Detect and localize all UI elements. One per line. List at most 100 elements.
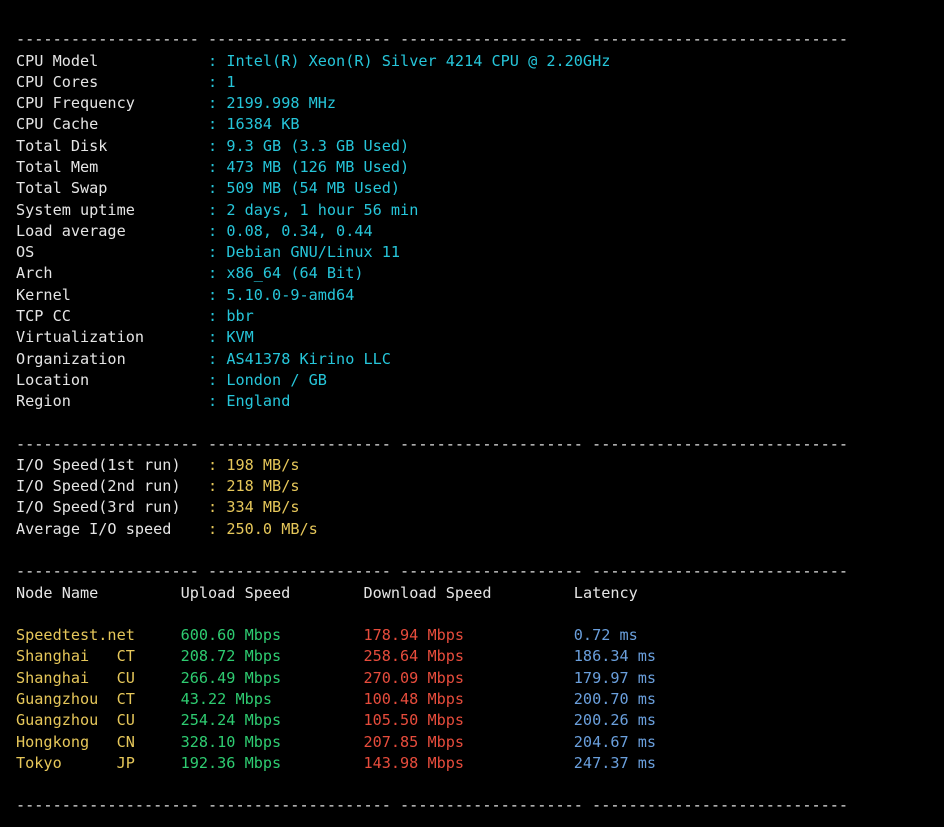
speed-row: Tokyo JP 192.36 Mbps 143.98 Mbps 247.37 …	[16, 753, 934, 774]
speed-download: 105.50 Mbps	[363, 711, 573, 729]
speed-row: Shanghai CU 266.49 Mbps 270.09 Mbps 179.…	[16, 668, 934, 689]
sys-value: 473 MB (126 MB Used)	[226, 158, 409, 176]
speed-download: 178.94 Mbps	[363, 626, 573, 644]
sys-value: 5.10.0-9-amd64	[226, 286, 354, 304]
io-value: 218 MB/s	[226, 477, 299, 495]
sys-key: Total Swap	[16, 179, 208, 197]
io-value: 198 MB/s	[226, 456, 299, 474]
sys-key: Kernel	[16, 286, 208, 304]
sys-row: OS : Debian GNU/Linux 11	[16, 242, 934, 263]
sys-key: OS	[16, 243, 208, 261]
speed-download: 207.85 Mbps	[363, 733, 573, 751]
sys-key: Virtualization	[16, 328, 208, 346]
sys-row: Arch : x86_64 (64 Bit)	[16, 263, 934, 284]
sys-row: Total Mem : 473 MB (126 MB Used)	[16, 157, 934, 178]
sys-value: England	[226, 392, 290, 410]
divider: -------------------- -------------------…	[16, 30, 848, 48]
sys-key: Region	[16, 392, 208, 410]
io-row: I/O Speed(1st run) : 198 MB/s	[16, 455, 934, 476]
speed-node: Hongkong CN	[16, 733, 181, 751]
speed-row: Hongkong CN 328.10 Mbps 207.85 Mbps 204.…	[16, 732, 934, 753]
col-latency: Latency	[574, 584, 638, 602]
io-value: 334 MB/s	[226, 498, 299, 516]
speed-latency: 247.37 ms	[574, 754, 656, 772]
sys-row: Total Disk : 9.3 GB (3.3 GB Used)	[16, 136, 934, 157]
sys-value: 2 days, 1 hour 56 min	[226, 201, 418, 219]
speed-row: Guangzhou CT 43.22 Mbps 100.48 Mbps 200.…	[16, 689, 934, 710]
speed-latency: 200.70 ms	[574, 690, 656, 708]
sys-row: Total Swap : 509 MB (54 MB Used)	[16, 178, 934, 199]
sys-row: CPU Model : Intel(R) Xeon(R) Silver 4214…	[16, 51, 934, 72]
col-node: Node Name	[16, 584, 98, 602]
sys-value: Intel(R) Xeon(R) Silver 4214 CPU @ 2.20G…	[226, 52, 610, 70]
sys-value: 0.08, 0.34, 0.44	[226, 222, 372, 240]
system-info-block: CPU Model : Intel(R) Xeon(R) Silver 4214…	[16, 51, 934, 413]
speed-node: Tokyo JP	[16, 754, 181, 772]
io-key: I/O Speed(3rd run)	[16, 498, 208, 516]
sys-key: CPU Frequency	[16, 94, 208, 112]
io-key: I/O Speed(2nd run)	[16, 477, 208, 495]
speed-row: Guangzhou CU 254.24 Mbps 105.50 Mbps 200…	[16, 710, 934, 731]
sys-row: CPU Cache : 16384 KB	[16, 114, 934, 135]
col-download: Download Speed	[363, 584, 491, 602]
speed-node: Speedtest.net	[16, 626, 181, 644]
speed-node: Guangzhou CU	[16, 711, 181, 729]
io-row: Average I/O speed : 250.0 MB/s	[16, 519, 934, 540]
sys-row: Location : London / GB	[16, 370, 934, 391]
sys-value: x86_64 (64 Bit)	[226, 264, 363, 282]
io-key: Average I/O speed	[16, 520, 208, 538]
speed-upload: 192.36 Mbps	[181, 754, 364, 772]
sys-value: 9.3 GB (3.3 GB Used)	[226, 137, 409, 155]
io-key: I/O Speed(1st run)	[16, 456, 208, 474]
sys-key: Location	[16, 371, 208, 389]
sys-row: CPU Frequency : 2199.998 MHz	[16, 93, 934, 114]
sys-value: AS41378 Kirino LLC	[226, 350, 391, 368]
speed-latency: 179.97 ms	[574, 669, 656, 687]
speed-latency: 186.34 ms	[574, 647, 656, 665]
sys-value: bbr	[226, 307, 253, 325]
speed-node: Guangzhou CT	[16, 690, 181, 708]
sys-row: Organization : AS41378 Kirino LLC	[16, 349, 934, 370]
speed-node: Shanghai CU	[16, 669, 181, 687]
sys-value: 2199.998 MHz	[226, 94, 336, 112]
sys-key: CPU Model	[16, 52, 208, 70]
sys-value: KVM	[226, 328, 253, 346]
io-speed-block: I/O Speed(1st run) : 198 MB/sI/O Speed(2…	[16, 455, 934, 540]
sys-key: Organization	[16, 350, 208, 368]
sys-row: TCP CC : bbr	[16, 306, 934, 327]
sys-row: Load average : 0.08, 0.34, 0.44	[16, 221, 934, 242]
terminal-output: -------------------- -------------------…	[0, 0, 944, 827]
io-row: I/O Speed(2nd run) : 218 MB/s	[16, 476, 934, 497]
speed-node: Shanghai CT	[16, 647, 181, 665]
speed-download: 143.98 Mbps	[363, 754, 573, 772]
sys-value: Debian GNU/Linux 11	[226, 243, 400, 261]
divider: -------------------- -------------------…	[16, 796, 848, 814]
sys-row: CPU Cores : 1	[16, 72, 934, 93]
speed-latency: 200.26 ms	[574, 711, 656, 729]
io-row: I/O Speed(3rd run) : 334 MB/s	[16, 497, 934, 518]
speed-download: 100.48 Mbps	[363, 690, 573, 708]
sys-value: London / GB	[226, 371, 327, 389]
sys-row: Virtualization : KVM	[16, 327, 934, 348]
speedtest-block: Speedtest.net 600.60 Mbps 178.94 Mbps 0.…	[16, 625, 934, 774]
sys-key: CPU Cache	[16, 115, 208, 133]
divider: -------------------- -------------------…	[16, 562, 848, 580]
sys-key: CPU Cores	[16, 73, 208, 91]
speed-upload: 600.60 Mbps	[181, 626, 364, 644]
speed-row: Shanghai CT 208.72 Mbps 258.64 Mbps 186.…	[16, 646, 934, 667]
speed-upload: 266.49 Mbps	[181, 669, 364, 687]
sys-value: 1	[226, 73, 235, 91]
col-upload: Upload Speed	[181, 584, 291, 602]
io-value: 250.0 MB/s	[226, 520, 317, 538]
speedtest-header-row: Node Name Upload Speed Download Speed La…	[16, 583, 934, 604]
speed-latency: 0.72 ms	[574, 626, 638, 644]
sys-row: Kernel : 5.10.0-9-amd64	[16, 285, 934, 306]
sys-key: System uptime	[16, 201, 208, 219]
sys-value: 509 MB (54 MB Used)	[226, 179, 400, 197]
speed-download: 270.09 Mbps	[363, 669, 573, 687]
speed-row: Speedtest.net 600.60 Mbps 178.94 Mbps 0.…	[16, 625, 934, 646]
speed-upload: 208.72 Mbps	[181, 647, 364, 665]
speed-latency: 204.67 ms	[574, 733, 656, 751]
sys-row: Region : England	[16, 391, 934, 412]
sys-key: TCP CC	[16, 307, 208, 325]
